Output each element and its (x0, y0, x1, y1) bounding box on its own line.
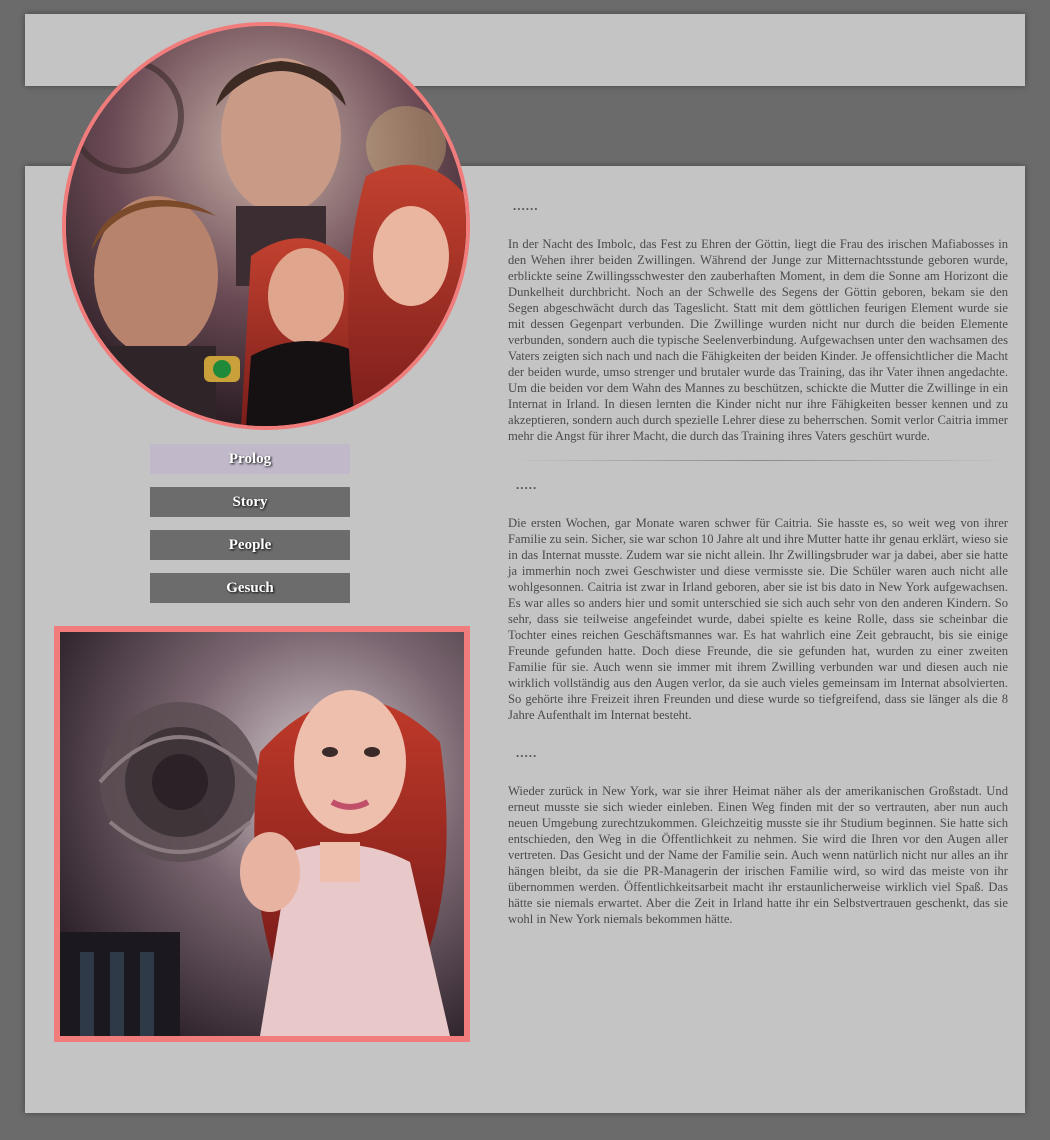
nav-button-gesuch[interactable]: Gesuch (150, 573, 350, 603)
nav-button-prolog[interactable]: Prolog (150, 444, 350, 474)
section-heading: ..... (516, 477, 538, 492)
section-text: Wieder zurück in New York, war sie ihrer… (508, 784, 1008, 926)
redhead-rose-artwork-image (54, 626, 470, 1042)
nav-button-story[interactable]: Story (150, 487, 350, 517)
content-column: ...... In der Nacht des Imbolc, das Fest… (508, 198, 1008, 927)
section-heading: ..... (516, 745, 538, 760)
section-new-york: ..... Wieder zurück in New York, war sie… (508, 745, 1008, 927)
section-text: Die ersten Wochen, gar Monate waren schw… (508, 516, 1008, 722)
nav-menu: Prolog Story People Gesuch (150, 444, 350, 616)
section-text: In der Nacht des Imbolc, das Fest zu Ehr… (508, 237, 1008, 443)
section-internat: ..... Die ersten Wochen, gar Monate ware… (508, 477, 1008, 723)
section-heading: ...... (513, 198, 539, 213)
nav-button-people[interactable]: People (150, 530, 350, 560)
section-prolog: ...... In der Nacht des Imbolc, das Fest… (508, 198, 1008, 444)
portrait-collage-image (62, 22, 470, 430)
section-divider (508, 460, 1008, 461)
